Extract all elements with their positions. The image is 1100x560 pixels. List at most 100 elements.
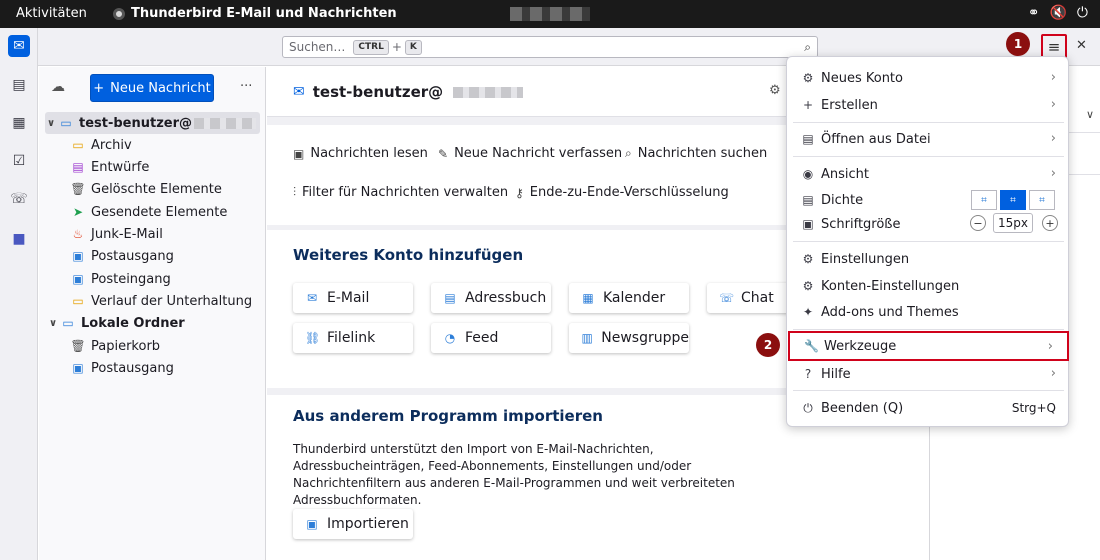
chevron-down-icon[interactable]: ∨ [45, 118, 57, 129]
redacted-domain [194, 117, 257, 129]
tasks-space-icon[interactable]: ☑ [8, 150, 30, 172]
tile-label: Adressbuch [465, 290, 547, 306]
menu-addons-themes[interactable]: ✦ Add-ons und Themes [787, 299, 1070, 325]
folder-pane: ☁ + Neue Nachricht ··· ∨ ▭ test-benutzer… [39, 67, 266, 560]
menu-label: Dichte [821, 192, 864, 208]
chevron-down-icon[interactable]: ∨ [47, 318, 59, 329]
search-input[interactable]: Suchen… CTRL + K ⌕ [282, 36, 818, 58]
address-book-space-icon[interactable]: ▤ [8, 74, 30, 96]
menu-label: Add-ons und Themes [821, 304, 959, 320]
folder-local-postausgang[interactable]: ▣ Postausgang [39, 357, 266, 379]
add-addressbook-tile[interactable]: ▤ Adressbuch [431, 283, 551, 313]
import-button[interactable]: ▣ Importieren [293, 509, 413, 539]
message-filters-link[interactable]: ⫶ Filter für Nachrichten verwalten [293, 185, 508, 200]
font-size-value[interactable]: 15px [993, 213, 1033, 233]
menu-ansicht[interactable]: ◉ Ansicht › [787, 161, 1070, 187]
search-messages-link[interactable]: ⌕ Nachrichten suchen [625, 146, 767, 161]
menu-erstellen[interactable]: + Erstellen › [787, 92, 1070, 118]
folder-geloeschte-elemente[interactable]: 🗑 Gelöschte Elemente [39, 178, 266, 200]
addons-icon: ✦ [802, 305, 814, 319]
read-messages-icon: ▣ [293, 146, 305, 161]
import-title: Aus anderem Programm importieren [293, 407, 603, 425]
calendar-space-icon[interactable]: ▦ [8, 112, 30, 134]
density-normal-button[interactable]: ⌗ [1000, 190, 1026, 210]
account-title-text: test-benutzer@ [312, 83, 444, 101]
get-messages-icon[interactable]: ☁ [51, 79, 65, 95]
folder-label: Verlauf der Unterhaltung [91, 293, 253, 309]
conversation-history-folder-icon: ▭ [72, 294, 84, 308]
compose-link[interactable]: ✎ Neue Nachricht verfassen [438, 146, 622, 161]
menu-label: Ansicht [821, 166, 870, 182]
local-folders-row[interactable]: ∨ ▭ Lokale Ordner [39, 312, 266, 334]
menu-neues-konto[interactable]: ⚙ Neues Konto › [787, 65, 1070, 91]
system-tray[interactable]: ⚭ 🔇 ⏻ [1028, 5, 1088, 21]
newsgroup-icon: ▥ [581, 331, 593, 345]
quit-shortcut: Strg+Q [1011, 401, 1056, 415]
folder-entwuerfe[interactable]: ▤ Entwürfe [39, 156, 266, 178]
menu-label: Einstellungen [821, 251, 910, 267]
chat-icon: ☏ [719, 291, 735, 305]
add-calendar-tile[interactable]: ▦ Kalender [569, 283, 689, 313]
menu-werkzeuge[interactable]: 🔧 Werkzeuge › [788, 331, 1069, 361]
pencil-icon: ✎ [438, 146, 449, 161]
hamburger-icon: ≡ [1047, 38, 1061, 56]
eye-icon: ◉ [802, 167, 814, 181]
density-compact-button[interactable]: ⌗ [971, 190, 997, 210]
thunderbird-icon [113, 7, 125, 20]
link-icon: ⛓ [305, 331, 321, 345]
inbox-folder-icon: ▣ [72, 272, 84, 286]
new-message-button[interactable]: + Neue Nachricht [90, 74, 214, 102]
menu-einstellungen[interactable]: ⚙ Einstellungen [787, 246, 1070, 272]
chevron-down-icon[interactable]: ∨ [1086, 108, 1094, 121]
account-settings-icon[interactable]: ⚙ [769, 83, 781, 98]
add-filelink-tile[interactable]: ⛓ Filelink [293, 323, 413, 353]
trash-folder-icon: 🗑 [70, 182, 86, 196]
menu-oeffnen-aus-datei[interactable]: ▤ Öffnen aus Datei › [787, 126, 1070, 152]
menu-dichte: ▤ Dichte [787, 187, 1070, 213]
activities-button[interactable]: Aktivitäten [16, 6, 87, 21]
read-messages-link[interactable]: ▣ Nachrichten lesen [293, 146, 428, 161]
spaces-toolbar: ✉ ▤ ▦ ☑ ☏ ■ [0, 28, 38, 560]
mail-icon: ✉ [293, 84, 305, 100]
mail-space-icon[interactable]: ✉ [8, 35, 30, 57]
folder-postausgang[interactable]: ▣ Postausgang [39, 245, 266, 267]
menu-hilfe[interactable]: ? Hilfe › [787, 361, 1070, 387]
add-feed-tile[interactable]: ◔ Feed [431, 323, 551, 353]
action-label: Neue Nachricht verfassen [454, 146, 623, 161]
folder-junk[interactable]: ♨ Junk-E-Mail [39, 223, 266, 245]
trash-folder-icon: 🗑 [70, 339, 86, 353]
app-menu-title[interactable]: Thunderbird E-Mail und Nachrichten [113, 6, 397, 21]
folder-posteingang[interactable]: ▣ Posteingang [39, 268, 266, 290]
folder-pane-header: ☁ + Neue Nachricht ··· [39, 67, 266, 109]
font-size-decrease-button[interactable]: − [970, 215, 986, 231]
folder-papierkorb[interactable]: 🗑 Papierkorb [39, 335, 266, 357]
tile-label: Kalender [603, 290, 666, 306]
font-size-increase-button[interactable]: + [1042, 215, 1058, 231]
account-icon: ▭ [60, 116, 72, 130]
density-touch-button[interactable]: ⌗ [1029, 190, 1055, 210]
power-icon: ⏻ [803, 400, 813, 415]
close-window-button[interactable]: ✕ [1076, 38, 1087, 53]
e2e-encryption-link[interactable]: ⚷ Ende-zu-Ende-Verschlüsselung [515, 185, 729, 200]
menu-beenden[interactable]: ⏻ Beenden (Q) Strg+Q [787, 395, 1070, 421]
teams-addon-icon[interactable]: ■ [8, 228, 30, 250]
add-email-tile[interactable]: ✉ E-Mail [293, 283, 413, 313]
menu-label: Beenden (Q) [821, 400, 904, 416]
menu-label: Konten-Einstellungen [821, 278, 960, 294]
rss-icon: ◔ [444, 331, 456, 345]
clock-redacted[interactable] [510, 7, 590, 21]
account-folder-row[interactable]: ∨ ▭ test-benutzer@ [45, 112, 260, 134]
archive-folder-icon: ▭ [72, 138, 84, 152]
folder-pane-options-button[interactable]: ··· [240, 79, 252, 94]
add-newsgroup-tile[interactable]: ▥ Newsgruppe [569, 323, 689, 353]
import-description: Thunderbird unterstützt den Import von E… [293, 442, 735, 507]
folder-verlauf[interactable]: ▭ Verlauf der Unterhaltung [39, 290, 266, 312]
folder-archiv[interactable]: ▭ Archiv [39, 134, 266, 156]
account-title: ✉ test-benutzer@ [293, 83, 524, 101]
shortcut-key-k: K [404, 39, 422, 55]
junk-folder-icon: ♨ [72, 227, 84, 241]
chat-space-icon[interactable]: ☏ [8, 188, 30, 210]
menu-konten-einstellungen[interactable]: ⚙ Konten-Einstellungen [787, 273, 1070, 299]
key-icon: ⚷ [515, 185, 524, 200]
folder-gesendete-elemente[interactable]: ➤ Gesendete Elemente [39, 201, 266, 223]
